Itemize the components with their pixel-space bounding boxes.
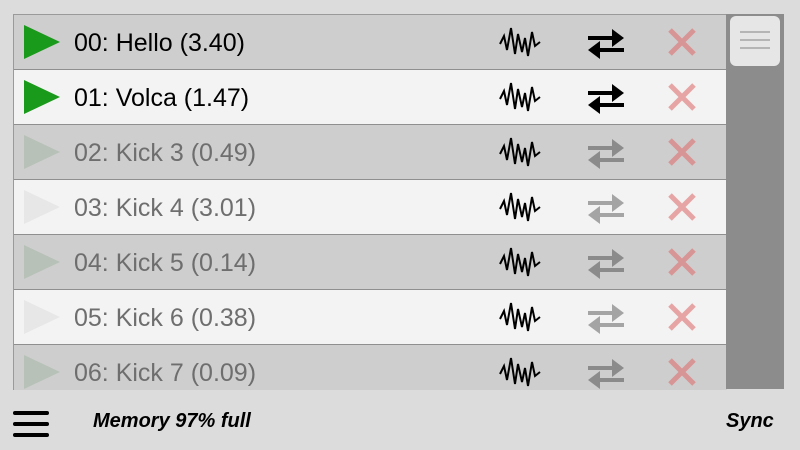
- swap-arrows-icon[interactable]: [586, 134, 626, 170]
- play-icon[interactable]: [22, 299, 62, 335]
- list-item[interactable]: 05: Kick 6 (0.38): [14, 290, 727, 345]
- list-item[interactable]: 02: Kick 3 (0.49): [14, 125, 727, 180]
- list-item[interactable]: 04: Kick 5 (0.14): [14, 235, 727, 290]
- swap-arrows-icon[interactable]: [586, 354, 626, 390]
- delete-x-icon[interactable]: [666, 301, 698, 333]
- delete-x-icon[interactable]: [666, 26, 698, 58]
- waveform-icon[interactable]: [498, 299, 542, 335]
- play-icon[interactable]: [22, 244, 62, 280]
- swap-arrows-icon[interactable]: [586, 244, 626, 280]
- sample-name: 06: Kick 7 (0.09): [74, 359, 257, 387]
- waveform-icon[interactable]: [498, 79, 542, 115]
- play-icon[interactable]: [22, 134, 62, 170]
- sample-name: 02: Kick 3 (0.49): [74, 139, 257, 167]
- list-item[interactable]: 03: Kick 4 (3.01): [14, 180, 727, 235]
- sample-name: 01: Volca (1.47): [74, 84, 250, 112]
- play-icon[interactable]: [22, 79, 62, 115]
- sample-name: 04: Kick 5 (0.14): [74, 249, 257, 277]
- swap-arrows-icon[interactable]: [586, 24, 626, 60]
- waveform-icon[interactable]: [498, 24, 542, 60]
- play-icon[interactable]: [22, 354, 62, 390]
- waveform-icon[interactable]: [498, 354, 542, 390]
- scrollbar-track[interactable]: [726, 14, 784, 389]
- delete-x-icon[interactable]: [666, 246, 698, 278]
- waveform-icon[interactable]: [498, 189, 542, 225]
- swap-arrows-icon[interactable]: [586, 189, 626, 225]
- delete-x-icon[interactable]: [666, 191, 698, 223]
- delete-x-icon[interactable]: [666, 136, 698, 168]
- delete-x-icon[interactable]: [666, 81, 698, 113]
- waveform-icon[interactable]: [498, 244, 542, 280]
- scroll-handle-grip-icon: [740, 31, 770, 49]
- list-item[interactable]: 01: Volca (1.47): [14, 70, 727, 125]
- sample-name: 03: Kick 4 (3.01): [74, 194, 257, 222]
- sync-button[interactable]: Sync: [726, 410, 774, 433]
- hamburger-menu-icon[interactable]: [13, 411, 49, 437]
- play-icon[interactable]: [22, 189, 62, 225]
- sample-list: 00: Hello (3.40) 01: Volca (1.47) 02: Ki…: [13, 14, 727, 390]
- waveform-icon[interactable]: [498, 134, 542, 170]
- memory-status: Memory 97% full: [93, 410, 251, 432]
- sample-name: 00: Hello (3.40): [74, 29, 245, 57]
- list-item[interactable]: 06: Kick 7 (0.09): [14, 345, 727, 390]
- play-icon[interactable]: [22, 24, 62, 60]
- sample-name: 05: Kick 6 (0.38): [74, 304, 257, 332]
- list-item[interactable]: 00: Hello (3.40): [14, 15, 727, 70]
- scroll-handle[interactable]: [730, 16, 780, 66]
- swap-arrows-icon[interactable]: [586, 299, 626, 335]
- delete-x-icon[interactable]: [666, 356, 698, 388]
- swap-arrows-icon[interactable]: [586, 79, 626, 115]
